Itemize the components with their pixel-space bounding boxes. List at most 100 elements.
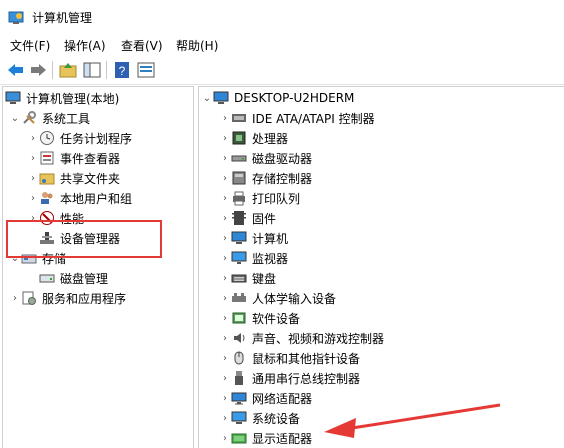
event-viewer-icon: [40, 151, 54, 165]
computer-icon: [213, 91, 229, 104]
console-tree: 计算机管理(本地) ⌄ 系统工具 › 任务计划程序 › 事件查看器 › 共享文件…: [2, 86, 194, 448]
device-category-item[interactable]: › 通用串行总线控制器: [219, 368, 360, 388]
tree-label: 系统工具: [42, 111, 91, 126]
svg-text:?: ?: [119, 64, 126, 78]
menu-bar: 文件(F) 操作(A) 查看(V) 帮助(H): [0, 34, 564, 56]
device-category-item[interactable]: › 监视器: [219, 248, 288, 268]
toolbar: ?: [0, 56, 564, 85]
chevron-right-icon[interactable]: ›: [219, 368, 231, 388]
tree-label: 软件设备: [252, 311, 301, 326]
network-adapter-icon: [231, 392, 247, 405]
chevron-right-icon[interactable]: ›: [219, 168, 231, 188]
chevron-right-icon[interactable]: ›: [219, 128, 231, 148]
tree-item-root[interactable]: 计算机管理(本地): [5, 88, 119, 108]
chevron-right-icon[interactable]: ›: [219, 188, 231, 208]
device-category-item[interactable]: › 显示适配器: [219, 428, 312, 448]
tree-item-system-tools[interactable]: ⌄ 系统工具: [9, 108, 90, 128]
chevron-right-icon[interactable]: ›: [27, 188, 39, 208]
chevron-down-icon[interactable]: ⌄: [201, 88, 213, 108]
mouse-icon: [234, 351, 244, 365]
tree-label: 磁盘驱动器: [252, 151, 313, 166]
computer-management-icon: [5, 91, 21, 104]
chevron-right-icon[interactable]: ›: [219, 208, 231, 228]
tree-label: 任务计划程序: [60, 131, 133, 146]
tree-label: 监视器: [252, 251, 289, 266]
up-folder-icon[interactable]: [58, 60, 78, 80]
menu-file[interactable]: 文件(F): [10, 37, 50, 54]
tree-label: DESKTOP-U2HDERM: [234, 91, 355, 105]
chevron-right-icon[interactable]: ›: [219, 248, 231, 268]
device-category-item[interactable]: › 计算机: [219, 228, 288, 248]
tree-label: 计算机: [252, 231, 289, 246]
chevron-right-icon[interactable]: ›: [27, 148, 39, 168]
properties-icon[interactable]: [136, 60, 156, 80]
menu-action[interactable]: 操作(A): [64, 37, 106, 54]
tree-item-local-users[interactable]: › 本地用户和组: [27, 188, 132, 208]
tree-item-disk-management[interactable]: 磁盘管理: [39, 268, 108, 288]
print-queue-icon: [233, 191, 245, 206]
device-category-item[interactable]: › 鼠标和其他指针设备: [219, 348, 360, 368]
tree-label: 服务和应用程序: [42, 291, 127, 306]
tree-label: 磁盘管理: [60, 271, 109, 286]
shared-folder-icon: [39, 173, 55, 185]
disk-management-icon: [39, 274, 55, 283]
forward-icon[interactable]: [28, 60, 48, 80]
device-category-item[interactable]: › 键盘: [219, 268, 276, 288]
device-category-item[interactable]: › 人体学输入设备: [219, 288, 336, 308]
chevron-right-icon[interactable]: ›: [219, 408, 231, 428]
clock-icon: [40, 131, 54, 145]
device-category-item[interactable]: › 处理器: [219, 128, 288, 148]
device-category-item[interactable]: › 系统设备: [219, 408, 300, 428]
usb-icon: [235, 371, 243, 385]
tree-label: 系统设备: [252, 411, 301, 426]
tree-label: 共享文件夹: [60, 171, 121, 186]
tree-label: 打印队列: [252, 191, 301, 206]
chevron-right-icon[interactable]: ›: [219, 268, 231, 288]
menu-view[interactable]: 查看(V): [121, 37, 163, 54]
device-category-item[interactable]: › 网络适配器: [219, 388, 312, 408]
device-category-item[interactable]: › 打印队列: [219, 188, 300, 208]
menu-help[interactable]: 帮助(H): [176, 37, 218, 54]
chevron-down-icon[interactable]: ⌄: [9, 108, 21, 128]
device-category-item[interactable]: › 声音、视频和游戏控制器: [219, 328, 384, 348]
tree-label: 显示适配器: [252, 431, 313, 446]
tree-label: 键盘: [252, 271, 277, 286]
back-icon[interactable]: [6, 60, 26, 80]
device-category-item[interactable]: › 软件设备: [219, 308, 300, 328]
tree-item-services[interactable]: › 服务和应用程序: [9, 288, 126, 308]
device-category-item[interactable]: › IDE ATA/ATAPI 控制器: [219, 108, 375, 128]
chevron-right-icon[interactable]: ›: [27, 128, 39, 148]
chevron-right-icon[interactable]: ›: [27, 168, 39, 188]
chevron-right-icon[interactable]: ›: [219, 288, 231, 308]
chevron-right-icon[interactable]: ›: [9, 288, 21, 308]
chevron-right-icon[interactable]: ›: [219, 308, 231, 328]
chevron-right-icon[interactable]: ›: [219, 348, 231, 368]
sound-icon: [234, 333, 245, 343]
hid-icon: [232, 293, 246, 302]
device-category-item[interactable]: › 存储控制器: [219, 168, 312, 188]
tree-label: 处理器: [252, 131, 289, 146]
window-title: 计算机管理: [32, 11, 93, 25]
monitor-icon: [231, 251, 247, 264]
chevron-right-icon[interactable]: ›: [219, 328, 231, 348]
tree-item-task-scheduler[interactable]: › 任务计划程序: [27, 128, 132, 148]
tree-label: IDE ATA/ATAPI 控制器: [252, 111, 375, 126]
title-bar: 计算机管理: [0, 0, 564, 34]
tree-item-shared-folders[interactable]: › 共享文件夹: [27, 168, 120, 188]
chevron-right-icon[interactable]: ›: [219, 388, 231, 408]
chevron-right-icon[interactable]: ›: [219, 148, 231, 168]
software-device-icon: [232, 312, 246, 324]
show-hide-tree-icon[interactable]: [82, 60, 102, 80]
chevron-right-icon[interactable]: ›: [219, 428, 231, 448]
device-category-item[interactable]: › 固件: [219, 208, 276, 228]
chevron-right-icon[interactable]: ›: [219, 228, 231, 248]
help-icon[interactable]: ?: [112, 60, 132, 80]
computer-icon: [231, 231, 247, 244]
disk-drive-icon: [231, 155, 247, 162]
chevron-right-icon[interactable]: ›: [219, 108, 231, 128]
storage-controller-icon: [232, 171, 246, 185]
tree-item-computer[interactable]: ⌄ DESKTOP-U2HDERM: [201, 88, 355, 108]
device-category-item[interactable]: › 磁盘驱动器: [219, 148, 312, 168]
tree-label: 通用串行总线控制器: [252, 371, 361, 386]
tree-item-event-viewer[interactable]: › 事件查看器: [27, 148, 120, 168]
